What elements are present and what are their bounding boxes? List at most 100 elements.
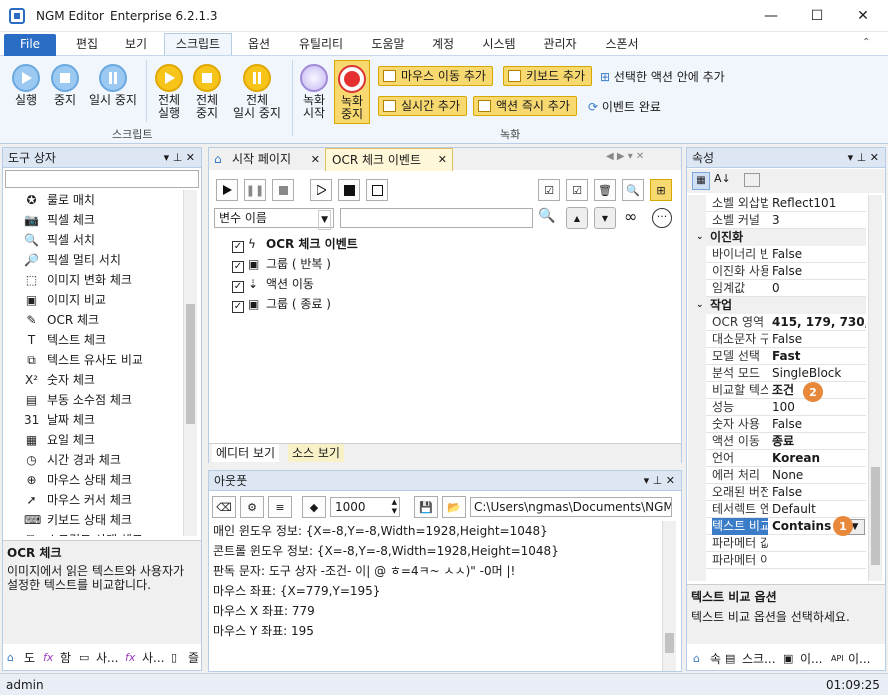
bottom-tab-toolbox[interactable]: ⌂ 도 — [4, 647, 35, 669]
tab-ocr-event[interactable]: OCR 체크 이벤트 ✕ — [325, 148, 453, 171]
property-row[interactable]: 소벨 외삽법 Reflect101 — [706, 195, 866, 212]
bottom-tab-favorites[interactable]: ▯ 즐 — [168, 647, 199, 669]
sort-az-icon[interactable]: A↓ — [714, 172, 731, 185]
property-row[interactable]: 숫자 사용 False — [706, 416, 866, 433]
add-action-now-button[interactable]: 액션 즉시 추가 — [473, 96, 577, 116]
toolbox-scroll-thumb[interactable] — [186, 304, 195, 424]
tree-node[interactable]: ✓ ⇣ 액션 이동 — [232, 274, 314, 294]
categorized-icon[interactable]: ▦ — [692, 172, 710, 190]
tree-node[interactable]: ✓ ▣ 그룹 ( 종료 ) — [232, 294, 331, 314]
delete-button[interactable]: 🗑 — [594, 179, 616, 201]
output-path-field[interactable]: C:\Users\ngmas\Documents\NGM6\ — [470, 497, 672, 517]
property-value[interactable]: Fast — [772, 348, 866, 365]
output-count-stepper[interactable]: 1000 ▲ ▼ — [330, 497, 400, 517]
output-scrollbar[interactable] — [662, 521, 676, 671]
properties-scrollbar[interactable] — [868, 195, 882, 581]
tree-checkbox[interactable]: ✓ — [232, 261, 244, 273]
toolbox-item[interactable]: ◷ 시간 경과 체크 — [26, 450, 121, 470]
stop-all-button[interactable]: 전체 중지 — [188, 64, 226, 120]
property-value[interactable]: 종료 — [772, 433, 866, 450]
property-row[interactable]: 파라메터 값 — [706, 535, 866, 552]
property-row[interactable]: 오래된 버전 False — [706, 484, 866, 501]
property-value[interactable]: 0 — [772, 280, 866, 297]
check-button[interactable]: ☑ — [566, 179, 588, 201]
property-row[interactable]: 임계값 0 — [706, 280, 866, 297]
property-value[interactable]: SingleBlock — [772, 365, 866, 382]
property-row[interactable]: 소벨 커널 3 — [706, 212, 866, 229]
pause-button[interactable]: 일시 중지 — [84, 64, 142, 107]
tab-system[interactable]: 시스템 — [472, 34, 526, 56]
tab-options[interactable]: 옵션 — [236, 34, 282, 56]
property-value[interactable]: 3 — [772, 212, 866, 229]
property-row[interactable]: 성능 100 — [706, 399, 866, 416]
properties-scroll-thumb[interactable] — [871, 467, 880, 565]
tab-view[interactable]: 보기 — [112, 34, 160, 56]
toolbox-item[interactable]: ⬚ 이미지 변화 체크 — [26, 270, 132, 290]
property-row[interactable]: 비교할 텍스트조건 — [706, 382, 866, 399]
add-mouse-move-button[interactable]: 마우스 이동 추가 — [378, 66, 493, 86]
property-row[interactable]: 모델 선택 Fast — [706, 348, 866, 365]
tab-source-view[interactable]: 소스 보기 — [288, 444, 344, 462]
property-category[interactable]: ⌄ 이진화 — [690, 229, 866, 246]
tab-file[interactable]: File — [4, 34, 56, 56]
toolbox-scrollbar[interactable] — [183, 190, 197, 536]
property-row[interactable]: 대소문자 구분 False — [706, 331, 866, 348]
toolbox-item[interactable]: X² 숫자 체크 — [25, 370, 95, 390]
collapse-icon[interactable]: ⌄ — [696, 297, 704, 314]
property-value[interactable]: False — [772, 484, 866, 501]
property-row[interactable]: 분석 모드 SingleBlock — [706, 365, 866, 382]
property-value[interactable]: None — [772, 467, 866, 484]
property-value[interactable]: False — [772, 263, 866, 280]
property-row[interactable]: 바이너리 반전 False — [706, 246, 866, 263]
step-button[interactable] — [310, 179, 332, 201]
toolbox-pin-icon[interactable]: ▾ ⊥ ✕ — [164, 148, 195, 168]
collapse-icon[interactable]: ⌄ — [696, 229, 704, 246]
add-realtime-button[interactable]: 실시간 추가 — [378, 96, 468, 116]
output-list-button[interactable]: ≡ — [268, 496, 292, 518]
bottom-tab-sa2[interactable]: fx 사... — [122, 647, 164, 669]
properties-pin-icon[interactable]: ▾ ⊥ ✕ — [848, 148, 879, 168]
property-value[interactable]: Reflect101 — [772, 195, 866, 212]
property-row[interactable]: 에러 처리 None — [706, 467, 866, 484]
tree-node[interactable]: ✓ ▣ 그룹 ( 반복 ) — [232, 254, 331, 274]
output-folder-button[interactable]: 📂 — [442, 496, 466, 518]
minimize-button[interactable]: — — [748, 0, 794, 32]
run-all-button[interactable]: 전체 실행 — [150, 64, 188, 120]
toolbox-item[interactable]: ✪ 룰로 매치 — [26, 190, 95, 210]
toolbox-item[interactable]: 📷 픽셀 체크 — [24, 210, 95, 230]
toolbox-item[interactable]: ✎ OCR 체크 — [26, 310, 99, 330]
add-keyboard-button[interactable]: 키보드 추가 — [503, 66, 593, 86]
tree-view-button[interactable]: ⊞ — [650, 179, 672, 201]
pause-all-button[interactable]: 전체 일시 중지 — [226, 64, 288, 120]
bottom-tab-image1[interactable]: ▣ 이... — [780, 648, 822, 670]
toolbox-item[interactable]: ⌨ 키보드 상태 체크 — [24, 510, 132, 530]
toolbox-item[interactable]: ⧉ 텍스트 유사도 비교 — [27, 350, 143, 370]
tab-nav-icons[interactable]: ◀ ▶ ▾ ✕ — [606, 151, 644, 162]
toolbox-item[interactable]: ▣ 이미지 비교 — [26, 290, 106, 310]
property-category[interactable]: ⌄ 작업 — [690, 297, 866, 314]
find-button[interactable]: 🔍 — [622, 179, 644, 201]
record-start-button[interactable]: 녹화 시작 — [296, 64, 332, 120]
move-down-button[interactable]: ▼ — [594, 207, 616, 229]
toolbox-item[interactable]: 🔍 픽셀 서치 — [24, 230, 95, 250]
tab-edit[interactable]: 편집 — [62, 34, 112, 56]
property-value[interactable]: Korean — [772, 450, 866, 467]
property-row[interactable]: 이진화 사용 False — [706, 263, 866, 280]
record-stop-button[interactable]: 녹화 중지 — [334, 60, 370, 124]
property-value[interactable]: False — [772, 416, 866, 433]
output-pin-icon[interactable]: ▾ ⊥ ✕ — [644, 471, 675, 491]
run-button[interactable]: 실행 — [6, 64, 46, 107]
move-up-button[interactable]: ▲ — [566, 207, 588, 229]
tree-checkbox[interactable]: ✓ — [232, 241, 244, 253]
toolbox-item[interactable]: 31 날짜 체크 — [24, 410, 95, 430]
editor-pause-button[interactable]: ❚❚ — [244, 179, 266, 201]
property-value[interactable]: Default — [772, 501, 866, 518]
toolbox-item[interactable]: ⎘ 스크립트 상태 체크 — [27, 530, 143, 536]
start-page-close-icon[interactable]: ✕ — [311, 149, 320, 170]
variable-filter-input[interactable] — [340, 208, 533, 228]
ocr-event-close-icon[interactable]: ✕ — [438, 149, 447, 171]
property-pages-icon[interactable] — [744, 173, 760, 187]
check-all-button[interactable]: ☑ — [538, 179, 560, 201]
tree-checkbox[interactable]: ✓ — [232, 301, 244, 313]
tree-checkbox[interactable]: ✓ — [232, 281, 244, 293]
